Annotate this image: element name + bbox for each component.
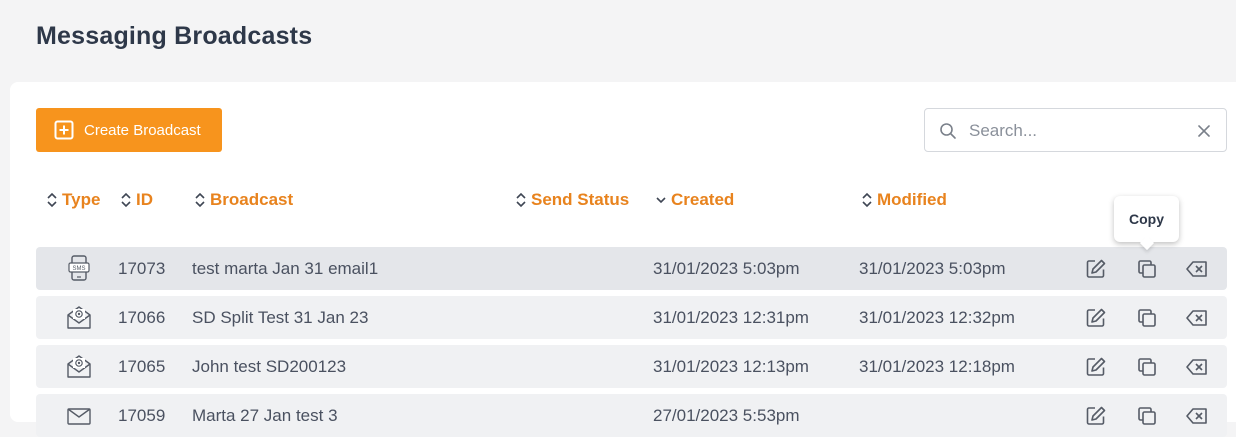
row-broadcast[interactable]: SD Split Test 31 Jan 23 [192, 296, 368, 339]
column-header-id[interactable]: ID [120, 188, 153, 212]
row-id: 17073 [118, 258, 166, 278]
create-broadcast-label: Create Broadcast [84, 121, 201, 139]
email-icon [65, 303, 93, 331]
sort-icon [120, 191, 132, 209]
row-id: 17066 [118, 307, 166, 327]
svg-text:SMS: SMS [72, 266, 85, 272]
row-created: 31/01/2023 12:13pm [653, 356, 809, 376]
column-label-id: ID [136, 190, 153, 209]
delete-icon[interactable] [1185, 306, 1209, 330]
sort-icon [861, 191, 873, 209]
delete-icon[interactable] [1185, 355, 1209, 379]
search-input[interactable] [967, 117, 1191, 145]
delete-icon[interactable] [1185, 404, 1209, 428]
plus-square-icon [54, 120, 74, 140]
table-row[interactable]: 17066 SD Split Test 31 Jan 23 31/01/2023… [36, 296, 1227, 339]
clear-icon[interactable] [1196, 123, 1212, 139]
copy-tooltip: Copy [1114, 196, 1179, 242]
create-broadcast-button[interactable]: Create Broadcast [36, 108, 222, 152]
delete-icon[interactable] [1185, 257, 1209, 281]
column-label-modified: Modified [877, 190, 947, 209]
row-modified: 31/01/2023 12:32pm [859, 307, 1015, 327]
sms-icon: SMS [65, 254, 93, 282]
search-box [924, 108, 1227, 152]
row-id: 17065 [118, 356, 166, 376]
email-icon [65, 352, 93, 380]
row-created: 27/01/2023 5:53pm [653, 405, 800, 425]
column-header-modified[interactable]: Modified [861, 188, 947, 212]
copy-icon[interactable] [1135, 306, 1159, 330]
sort-icon [515, 191, 527, 209]
row-broadcast[interactable]: John test SD200123 [192, 345, 346, 388]
row-created: 31/01/2023 12:31pm [653, 307, 809, 327]
edit-icon[interactable] [1084, 404, 1108, 428]
chevron-down-icon [655, 191, 667, 209]
sort-icon [46, 191, 58, 209]
table-row[interactable]: SMS 17073 test marta Jan 31 email1 31/01… [36, 247, 1227, 290]
copy-icon[interactable] [1135, 404, 1159, 428]
column-label-created: Created [671, 190, 735, 209]
column-label-type: Type [62, 190, 101, 209]
column-label-send-status: Send Status [531, 190, 630, 209]
column-header-broadcast[interactable]: Broadcast [194, 188, 293, 212]
envelope-icon [65, 401, 93, 429]
copy-icon[interactable] [1135, 257, 1159, 281]
table-row[interactable]: 17065 John test SD200123 31/01/2023 12:1… [36, 345, 1227, 388]
column-header-send-status[interactable]: Send Status [515, 188, 629, 212]
row-broadcast[interactable]: Marta 27 Jan test 3 [192, 394, 338, 437]
copy-icon[interactable] [1135, 355, 1159, 379]
row-modified: 31/01/2023 12:18pm [859, 356, 1015, 376]
tooltip-label: Copy [1129, 211, 1164, 227]
row-broadcast[interactable]: test marta Jan 31 email1 [192, 247, 378, 290]
page-title: Messaging Broadcasts [36, 22, 313, 50]
column-label-broadcast: Broadcast [210, 190, 294, 209]
edit-icon[interactable] [1084, 355, 1108, 379]
sort-icon [194, 191, 206, 209]
row-modified: 31/01/2023 5:03pm [859, 258, 1006, 278]
row-created: 31/01/2023 5:03pm [653, 258, 800, 278]
search-icon [939, 122, 957, 140]
row-id: 17059 [118, 405, 166, 425]
column-header-created[interactable]: Created [655, 188, 734, 212]
column-header-type[interactable]: Type [46, 188, 100, 212]
edit-icon[interactable] [1084, 257, 1108, 281]
table-row[interactable]: 17059 Marta 27 Jan test 3 27/01/2023 5:5… [36, 394, 1227, 437]
edit-icon[interactable] [1084, 306, 1108, 330]
